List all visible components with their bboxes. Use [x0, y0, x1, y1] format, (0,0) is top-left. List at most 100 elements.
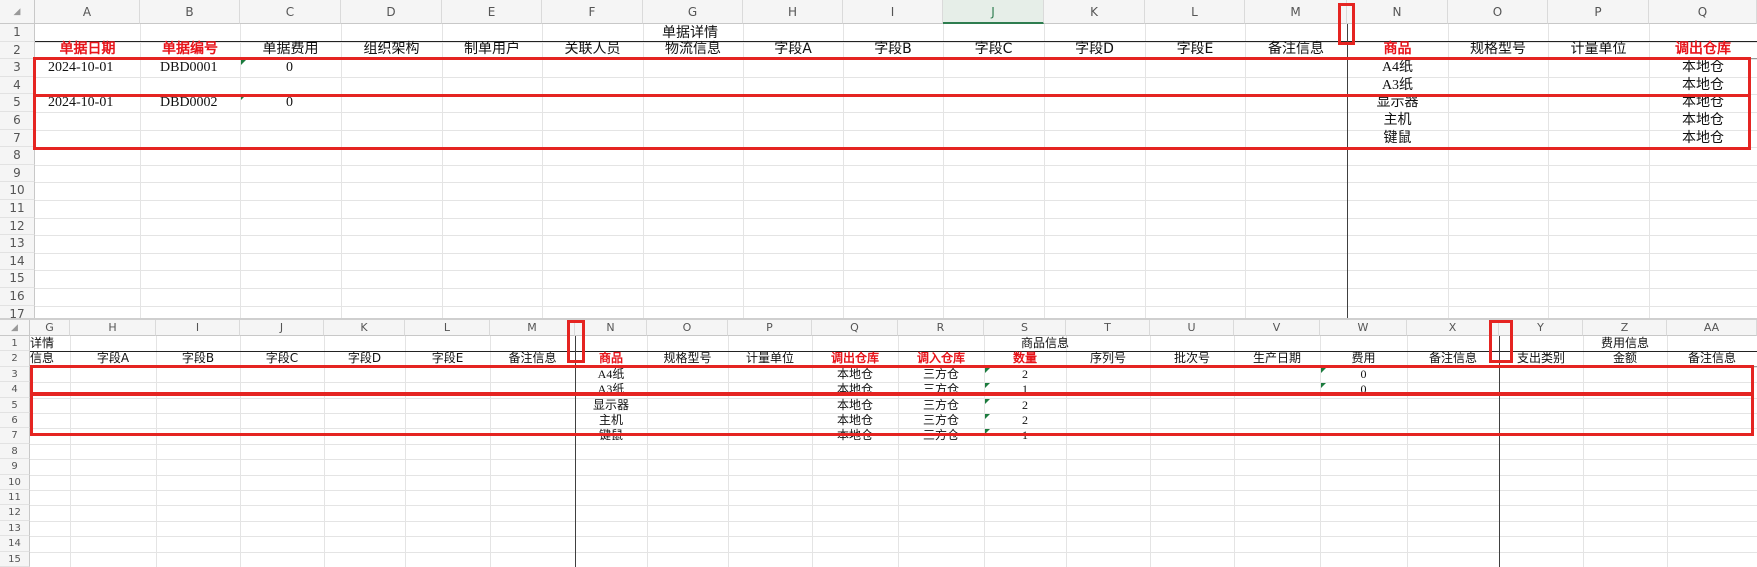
column-header-w[interactable]: W [1320, 320, 1407, 336]
row-header-6[interactable]: 6 [0, 112, 35, 130]
grid-row-line [35, 182, 1757, 184]
column-header-n[interactable]: N [575, 320, 647, 336]
row-header-8[interactable]: 8 [0, 147, 35, 165]
column-title-10: 字段C [974, 41, 1013, 57]
row-header-11[interactable]: 11 [0, 490, 30, 506]
row-header-2[interactable]: 2 [0, 41, 35, 60]
row-header-4[interactable]: 4 [0, 76, 35, 95]
column-header-h[interactable]: H [70, 320, 156, 336]
row-header-9[interactable]: 9 [0, 164, 35, 183]
column-header-k[interactable]: K [324, 320, 405, 336]
column-header-i[interactable]: I [843, 0, 943, 24]
column-header-g[interactable]: G [30, 320, 70, 336]
highlight-box-bottom-record-2 [30, 393, 1754, 436]
column-header-l[interactable]: L [1145, 0, 1245, 24]
row-header-2[interactable]: 2 [0, 351, 30, 367]
row-header-17[interactable]: 17 [0, 305, 35, 318]
grid-row-line [35, 305, 1757, 307]
column-header-b[interactable]: B [140, 0, 240, 24]
column-header-aa[interactable]: AA [1667, 320, 1757, 336]
column-title-1: 字段A [96, 351, 130, 365]
highlight-box-bottom-header-1 [567, 320, 585, 363]
column-title-19: 金额 [1612, 351, 1637, 365]
row-header-14[interactable]: 14 [0, 536, 30, 552]
row-header-12[interactable]: 12 [0, 217, 35, 236]
grid-row-line [35, 252, 1757, 254]
row-header-13[interactable]: 13 [0, 520, 30, 537]
column-header-q[interactable]: Q [812, 320, 898, 336]
top-sheet-pane[interactable]: ◢ ABCDEFGHIJKLMNOPQ 1 2 3 4 5 6 7 8 9 10 11 12 13 14 1… [0, 0, 1757, 318]
column-title-7: 商品 [598, 351, 623, 365]
row-header-12[interactable]: 12 [0, 505, 30, 521]
grid-row-line [30, 443, 1757, 445]
column-header-m[interactable]: M [490, 320, 575, 336]
row-header-1[interactable]: 1 [0, 24, 35, 42]
column-header-p[interactable]: P [1548, 0, 1649, 24]
column-header-j[interactable]: J [240, 320, 324, 336]
column-header-u[interactable]: U [1150, 320, 1234, 336]
row-header-6[interactable]: 6 [0, 413, 30, 429]
row-header-9[interactable]: 9 [0, 459, 30, 475]
column-title-16: 计量单位 [1570, 41, 1627, 57]
column-header-a[interactable]: A [35, 0, 140, 24]
column-header-g[interactable]: G [643, 0, 743, 24]
row-header-8[interactable]: 8 [0, 443, 30, 460]
column-title-6: 备注信息 [508, 351, 557, 365]
column-header-q[interactable]: Q [1649, 0, 1757, 24]
column-header-x[interactable]: X [1407, 320, 1499, 336]
row-header-3[interactable]: 3 [0, 59, 35, 77]
bottom-sheet-pane[interactable]: ◢ G H I J K L M N O P Q R S T U V W X Y Z AA 1 2 3 4 5 6 7 8 9 10 11 12… [0, 320, 1757, 567]
row-header-5[interactable]: 5 [0, 94, 35, 112]
column-title-13: 序列号 [1089, 351, 1126, 365]
grid-row-line [30, 474, 1757, 476]
grid-row-line [30, 520, 1757, 522]
column-header-o[interactable]: O [647, 320, 728, 336]
select-all-corner-bottom[interactable]: ◢ [0, 320, 30, 336]
column-header-d[interactable]: D [341, 0, 442, 24]
row-header-13[interactable]: 13 [0, 235, 35, 253]
row-header-15[interactable]: 15 [0, 551, 30, 567]
column-header-c[interactable]: C [240, 0, 341, 24]
row-header-14[interactable]: 14 [0, 252, 35, 271]
column-header-o[interactable]: O [1448, 0, 1548, 24]
group-fee-info: 费用信息 [1600, 336, 1649, 350]
row-header-7[interactable]: 7 [0, 129, 35, 148]
grid-row-line [30, 505, 1757, 507]
select-all-corner[interactable]: ◢ [0, 0, 35, 24]
column-header-i[interactable]: I [156, 320, 240, 336]
highlight-box-record-1 [33, 57, 1751, 97]
column-header-p[interactable]: P [728, 320, 812, 336]
column-header-f[interactable]: F [542, 0, 643, 24]
row-header-11[interactable]: 11 [0, 200, 35, 218]
column-header-j[interactable]: J [943, 0, 1044, 24]
row-header-5[interactable]: 5 [0, 397, 30, 413]
highlight-box-bottom-record-1 [30, 365, 1754, 395]
column-title-15: 生产日期 [1252, 351, 1301, 365]
column-title-14: 商品 [1383, 41, 1412, 57]
row-header-4[interactable]: 4 [0, 382, 30, 398]
row-header-1[interactable]: 1 [0, 336, 30, 352]
column-header-m[interactable]: M [1245, 0, 1347, 24]
column-title-2: 单据编号 [162, 41, 218, 57]
column-header-h[interactable]: H [743, 0, 843, 24]
row-header-3[interactable]: 3 [0, 366, 30, 383]
column-header-t[interactable]: T [1066, 320, 1150, 336]
column-header-s[interactable]: S [984, 320, 1066, 336]
row-header-15[interactable]: 15 [0, 270, 35, 288]
grid-row-line [35, 217, 1757, 219]
column-header-e[interactable]: E [442, 0, 542, 24]
column-header-n[interactable]: N [1347, 0, 1448, 24]
row-header-7[interactable]: 7 [0, 428, 30, 444]
column-title-7: 物流信息 [665, 41, 721, 57]
row-header-16[interactable]: 16 [0, 288, 35, 306]
column-header-k[interactable]: K [1044, 0, 1145, 24]
row-header-10[interactable]: 10 [0, 474, 30, 490]
column-header-v[interactable]: V [1234, 320, 1320, 336]
column-header-z[interactable]: Z [1583, 320, 1667, 336]
row-header-10[interactable]: 10 [0, 182, 35, 200]
column-title-3: 单据费用 [262, 41, 319, 57]
column-header-r[interactable]: R [898, 320, 984, 336]
group-product-info: 商品信息 [1020, 336, 1069, 350]
column-header-l[interactable]: L [405, 320, 490, 336]
grid-row-line [30, 551, 1757, 553]
